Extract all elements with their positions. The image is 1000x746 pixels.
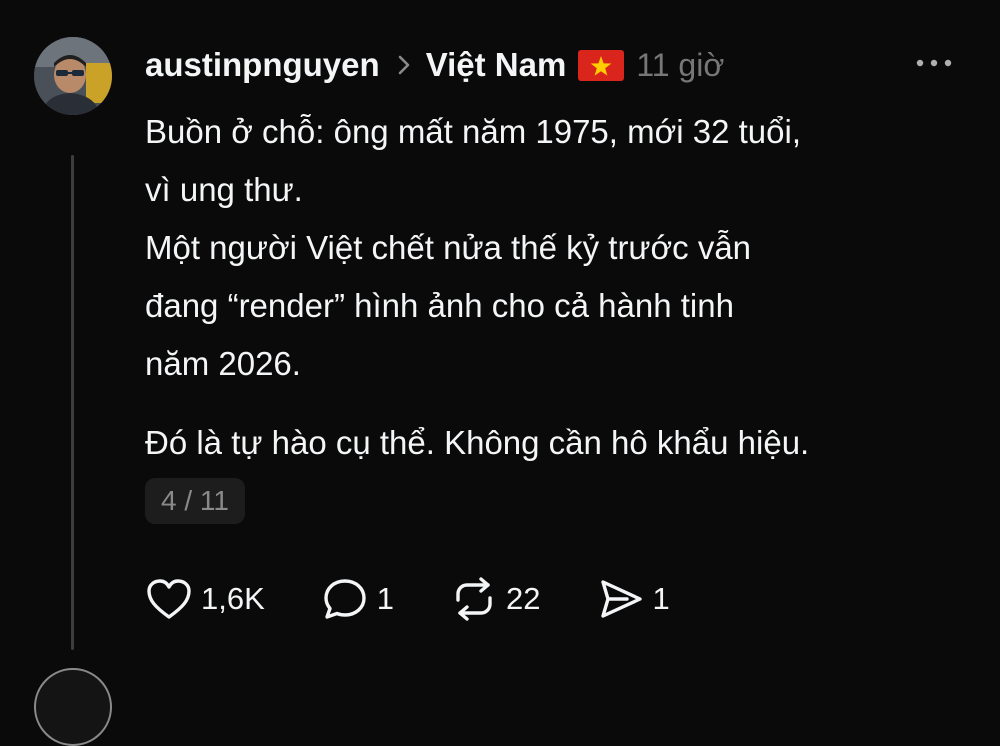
avatar-photo — [34, 37, 112, 115]
like-button[interactable]: 1,6K — [145, 577, 265, 621]
reply-count: 1 — [376, 581, 395, 616]
heart-icon — [145, 577, 193, 621]
post-body-line: đang “render” hình ảnh cho cả hành tinh — [145, 287, 734, 324]
post-actions-bar: 1,6K 1 22 1 — [145, 575, 726, 623]
share-count: 1 — [652, 581, 670, 616]
post-body-line: năm 2026. — [145, 345, 301, 382]
author-username[interactable]: austinpnguyen — [145, 46, 380, 84]
post-body-line: Buồn ở chỗ: ông mất năm 1975, mới 32 tuổ… — [145, 113, 801, 150]
like-count: 1,6K — [201, 581, 265, 616]
thread-connector-line — [71, 155, 74, 650]
next-post-avatar[interactable] — [34, 668, 112, 746]
thread-counter-badge: 4 / 11 — [145, 478, 245, 524]
post-timestamp: 11 giờ — [636, 46, 725, 83]
topic-link[interactable]: Việt Nam — [426, 46, 567, 84]
vietnam-flag-icon — [578, 49, 625, 81]
repost-icon — [450, 576, 498, 622]
post-body: Buồn ở chỗ: ông mất năm 1975, mới 32 tuổ… — [145, 103, 985, 393]
reply-button[interactable]: 1 — [321, 576, 394, 622]
thread-post: austinpnguyen Việt Nam 11 giờ Buồn ở chỗ… — [0, 0, 1000, 746]
post-body-line: vì ung thư. — [145, 171, 303, 208]
post-body-paragraph-2: Đó là tự hào cụ thể. Không cần hô khẩu h… — [145, 424, 810, 461]
repost-count: 22 — [506, 581, 541, 616]
repost-button[interactable]: 22 — [450, 576, 541, 622]
share-button[interactable]: 1 — [597, 576, 670, 622]
send-icon — [597, 576, 645, 622]
chevron-right-icon — [386, 42, 422, 88]
post-body-line: Một người Việt chết nửa thế kỷ trước vẫn — [145, 229, 752, 266]
more-options-icon[interactable] — [912, 48, 956, 78]
post-header: austinpnguyen Việt Nam 11 giờ — [145, 42, 724, 88]
user-avatar[interactable] — [34, 37, 112, 115]
comment-icon — [321, 576, 369, 622]
